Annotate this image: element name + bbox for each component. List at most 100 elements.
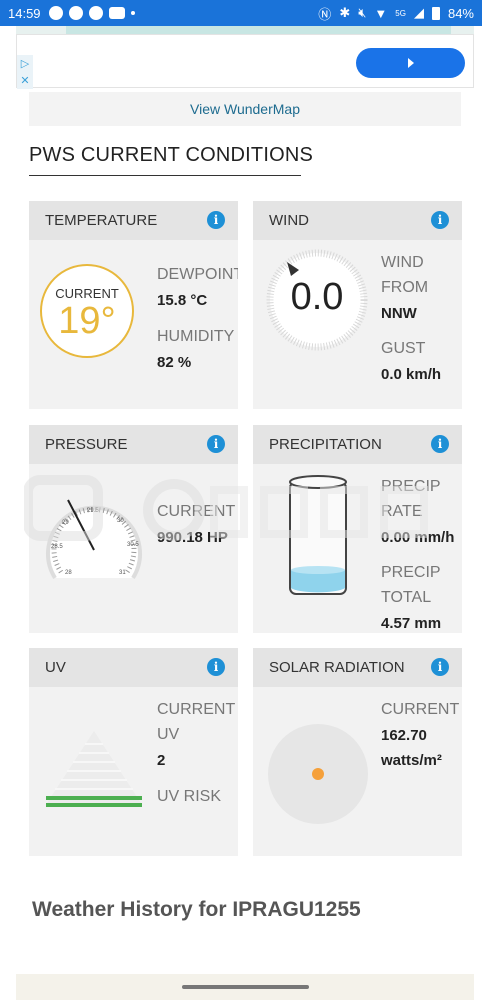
info-icon[interactable]: i	[207, 658, 225, 676]
nfc-icon: Ⓝ	[318, 6, 332, 22]
mute-icon: 🔇︎	[358, 5, 367, 20]
current-temperature: 19°	[58, 300, 116, 342]
rain-gauge-glass	[289, 475, 347, 595]
panel-title: WIND	[269, 212, 309, 229]
gauge-tick-label: 30.5	[127, 542, 139, 548]
panel-header: PRESSURE i	[29, 425, 238, 464]
section-title: PWS CURRENT CONDITIONS	[29, 144, 314, 166]
gauge-tick-label: 29	[62, 520, 69, 526]
ad-banner[interactable]: ▷ ✕	[16, 34, 474, 89]
gauge-tick-label: 30	[117, 518, 124, 524]
wind-speed: 0.0	[290, 276, 344, 318]
precip-total-label-2: TOTAL	[381, 589, 432, 606]
humidity-value: 82 %	[157, 354, 192, 371]
panel-title: PRECIPITATION	[269, 436, 382, 453]
solar-unit: watts/m²	[381, 752, 442, 769]
current-label: CURRENT	[55, 286, 119, 301]
panel-header: UV i	[29, 648, 238, 687]
solar-current-label: CURRENT	[381, 701, 460, 718]
info-icon[interactable]: i	[207, 211, 225, 229]
sun-dot	[312, 768, 324, 780]
wind-from-label: WIND	[381, 254, 424, 271]
gauge-tick-label: 28.5	[51, 544, 63, 550]
info-icon[interactable]: i	[431, 211, 449, 229]
battery-level: 84%	[447, 5, 474, 21]
dewpoint-label: DEWPOINT	[157, 266, 238, 283]
panel-header: PRECIPITATION i	[253, 425, 462, 464]
gauge-tick-label: 28	[65, 570, 72, 576]
panel-title: UV	[45, 659, 66, 676]
ad-top-strip	[16, 26, 474, 34]
facebook-icon	[88, 6, 103, 20]
precip-total-label: PRECIP	[381, 564, 441, 581]
youtube-icon	[108, 7, 125, 19]
info-icon[interactable]: i	[207, 435, 225, 453]
dewpoint-value: 15.8 °C	[157, 292, 208, 309]
panel-title: PRESSURE	[45, 436, 128, 453]
gauge-tick-label: 31	[119, 570, 126, 576]
wind-panel: WIND i 0.0 WIND FROM NNW GUST 0.0 km/h	[253, 201, 462, 409]
info-icon[interactable]: i	[431, 435, 449, 453]
panel-title: TEMPERATURE	[45, 212, 158, 229]
panel-body: CURRENT 162.70 watts/m²	[253, 687, 462, 856]
ad-choices[interactable]: ▷ ✕	[17, 55, 33, 89]
wundermap-card: View WunderMap	[29, 92, 461, 126]
facebook-icon	[68, 6, 83, 20]
pressure-current-value: 990.18 HP	[157, 529, 228, 546]
uv-current-value: 2	[157, 752, 166, 769]
panel-body: 28 28.5 29 29.5 30 30.5 31 CURRENT 990.1…	[29, 464, 238, 633]
precip-rate-label-2: RATE	[381, 503, 423, 520]
uv-risk-label: UV RISK	[157, 788, 222, 805]
precip-rate-label: PRECIP	[381, 478, 441, 495]
solar-value: 162.70	[381, 727, 427, 744]
precip-rate-value: 0.00 mm/h	[381, 529, 455, 546]
panel-header: SOLAR RADIATION i	[253, 648, 462, 687]
view-wundermap-link[interactable]: View WunderMap	[190, 101, 300, 117]
wind-from-label-2: FROM	[381, 279, 429, 296]
chevron-right-icon	[407, 58, 414, 68]
info-icon[interactable]: i	[431, 658, 449, 676]
wind-from-value: NNW	[381, 305, 417, 322]
status-bar: 14:59 Ⓝ ✱ 🔇︎ ▼ 5G ◢ 84%	[0, 0, 482, 26]
panel-body: PRECIP RATE 0.00 mm/h PRECIP TOTAL 4.57 …	[253, 464, 462, 633]
uv-current-label-2: UV	[157, 726, 180, 743]
wifi-icon: ▼	[374, 5, 388, 21]
panel-body: CURRENT 19° DEWPOINT 15.8 °C HUMIDITY 82…	[29, 240, 238, 409]
system-icons: Ⓝ ✱ 🔇︎ ▼ 5G ◢ 84%	[318, 4, 474, 23]
uv-current-label: CURRENT	[157, 701, 236, 718]
panel-header: TEMPERATURE i	[29, 201, 238, 240]
notification-icons	[48, 6, 135, 20]
uv-risk-pyramid	[46, 731, 142, 807]
ad-cta-button[interactable]	[356, 48, 465, 78]
solar-disc	[268, 724, 368, 824]
network-type: 5G	[395, 8, 406, 18]
bluetooth-icon: ✱	[339, 5, 351, 20]
more-notifications-dot	[130, 11, 135, 15]
ad-close-icon[interactable]: ✕	[17, 72, 33, 89]
panel-title: SOLAR RADIATION	[269, 659, 405, 676]
panel-header: WIND i	[253, 201, 462, 240]
precip-total-value: 4.57 mm	[381, 615, 442, 632]
messenger-icon	[48, 6, 63, 20]
signal-icon: ◢	[413, 5, 424, 20]
panel-body: 0.0 WIND FROM NNW GUST 0.0 km/h	[253, 240, 462, 409]
gust-value: 0.0 km/h	[381, 366, 442, 383]
gauge-tick-label: 29.5	[87, 508, 99, 514]
humidity-label: HUMIDITY	[157, 328, 235, 345]
home-indicator[interactable]	[182, 985, 309, 989]
section-underline	[29, 175, 301, 176]
uv-panel: UV i CURRENT UV 2 UV RISK	[29, 648, 238, 856]
uv-level-bar	[46, 796, 142, 800]
gust-label: GUST	[381, 340, 426, 357]
weather-history-heading: Weather History for IPRAGU1255	[32, 898, 361, 921]
pressure-current-label: CURRENT	[157, 503, 236, 520]
ad-info-icon[interactable]: ▷	[17, 55, 33, 72]
pressure-gauge: 28 28.5 29 29.5 30 30.5 31	[46, 499, 142, 580]
panel-body: CURRENT UV 2 UV RISK	[29, 687, 238, 856]
pressure-panel: PRESSURE i 28 28.5 29 29.5 30 30.5 31 CU…	[29, 425, 238, 633]
solar-radiation-panel: SOLAR RADIATION i CURRENT 162.70 watts/m…	[253, 648, 462, 856]
temperature-dial: CURRENT 19°	[40, 264, 134, 358]
temperature-panel: TEMPERATURE i CURRENT 19° DEWPOINT 15.8 …	[29, 201, 238, 409]
battery-icon	[431, 6, 440, 20]
status-time: 14:59	[8, 5, 41, 21]
